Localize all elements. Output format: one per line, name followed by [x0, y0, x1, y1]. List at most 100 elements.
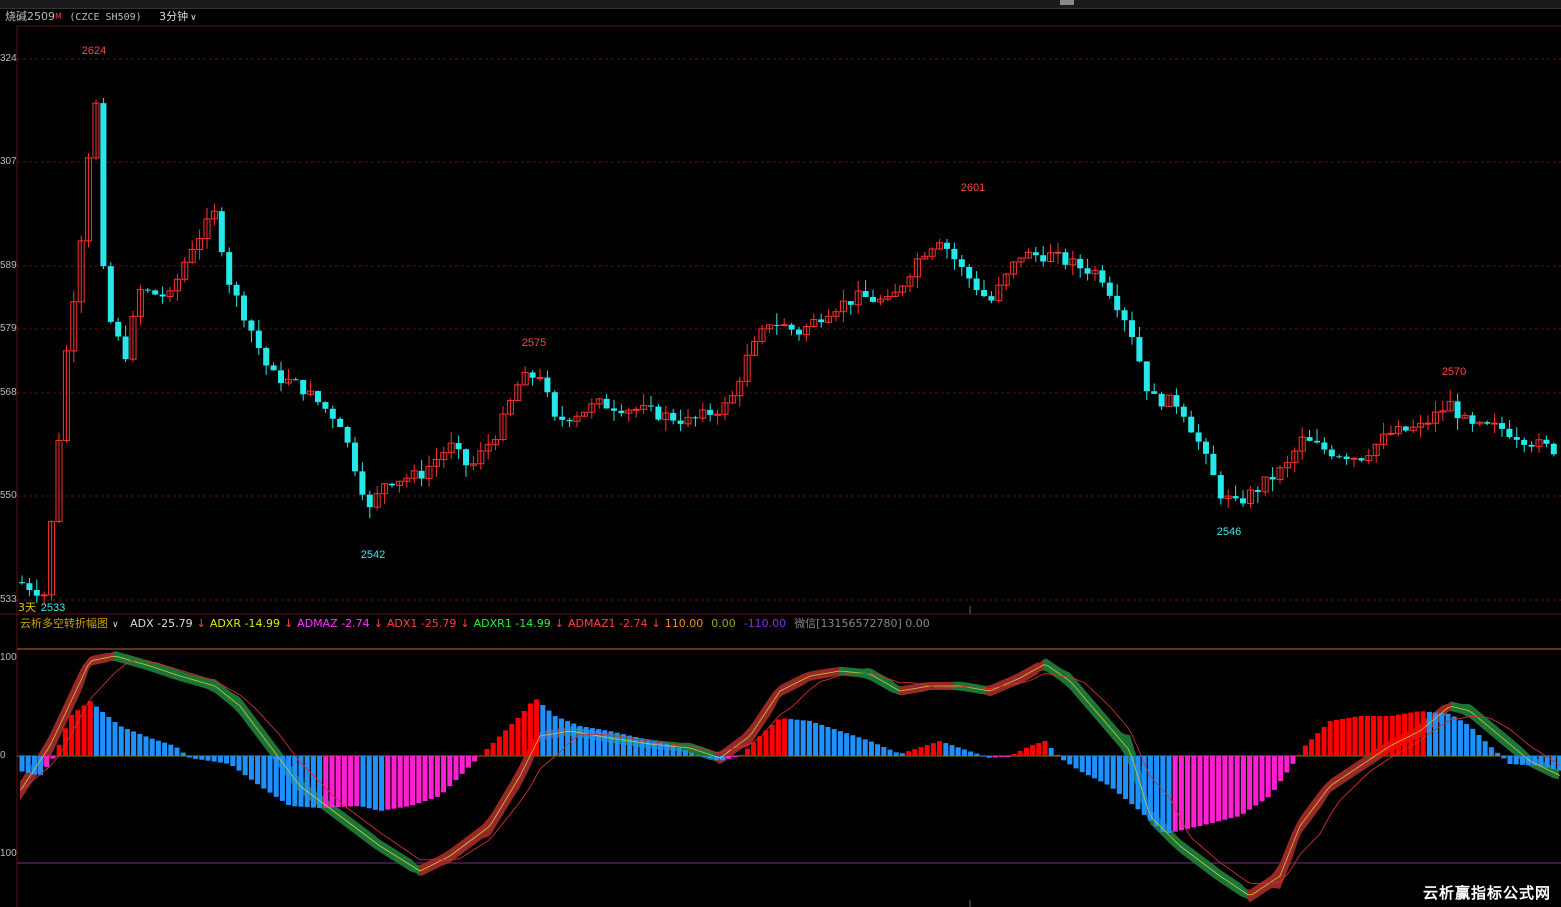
hist-bar: [1420, 711, 1426, 756]
indicator-value: 110.00: [665, 617, 708, 630]
hist-bar: [633, 737, 639, 756]
hist-bar: [1408, 712, 1414, 756]
hist-bar: [1247, 756, 1253, 810]
hist-bar: [379, 756, 385, 811]
candle-down: [1506, 428, 1513, 438]
candle-down: [1484, 422, 1491, 424]
hist-bar: [980, 755, 986, 757]
candle-down: [818, 319, 825, 323]
hist-bar: [1501, 756, 1507, 759]
indicator-value: ADMAZ1 -2.74 ↓: [568, 617, 661, 630]
candle-up: [632, 408, 640, 411]
hist-bar: [1042, 741, 1048, 756]
candle-down: [1151, 391, 1158, 394]
candle-down: [315, 391, 321, 403]
candle-up: [1054, 251, 1062, 254]
hist-bar: [769, 725, 775, 756]
down-arrow-icon: ↓: [196, 617, 206, 630]
hist-bar: [1377, 716, 1383, 756]
indicator-name[interactable]: 云析多空转折幅图 ∨: [20, 617, 123, 630]
hist-bar: [738, 754, 744, 756]
hist-bar: [875, 744, 881, 756]
candle-down: [33, 589, 40, 596]
hist-bar: [583, 727, 589, 756]
hist-bar: [850, 735, 856, 756]
hist-bar: [1073, 756, 1079, 769]
hist-bar: [137, 733, 143, 756]
symbol-code: (CZCE SH509): [69, 12, 142, 23]
hist-bar: [403, 756, 409, 807]
hist-bar: [813, 722, 819, 756]
candle-up: [40, 594, 48, 597]
candle-down: [159, 294, 166, 297]
hist-bar: [1172, 756, 1178, 832]
hist-bar: [391, 756, 397, 809]
hist-bar: [69, 714, 75, 756]
indicator-axis-label: 0: [0, 750, 6, 761]
candle-down: [1084, 268, 1091, 274]
hist-bar: [732, 756, 738, 758]
hist-bar: [1296, 754, 1302, 756]
hist-bar: [707, 756, 713, 759]
candle-down: [19, 582, 25, 584]
hist-bar: [360, 756, 366, 807]
period-label: 3分钟: [159, 10, 189, 23]
period-selector[interactable]: 3分钟 ∨: [159, 9, 197, 26]
indicator-value: ADMAZ -2.74 ↓: [297, 617, 383, 630]
down-arrow-icon: ↓: [373, 617, 383, 630]
hist-bar: [961, 749, 967, 756]
candle-down: [1513, 437, 1520, 440]
indicator-value-text: ADX -25.79: [130, 617, 193, 630]
hist-bar: [50, 756, 56, 759]
hist-bar: [577, 726, 583, 756]
indicator-value: -110.00: [744, 617, 790, 630]
hist-bar: [1160, 756, 1166, 832]
hist-bar: [310, 756, 316, 808]
candle-down: [973, 278, 980, 291]
symbol-name[interactable]: 烧碱2509: [0, 9, 55, 25]
hist-bar: [224, 756, 230, 764]
hist-bar: [248, 756, 254, 780]
hist-bar: [968, 751, 974, 756]
candle-down: [1321, 442, 1328, 450]
hist-bar: [862, 739, 868, 756]
candle-down: [1454, 401, 1461, 419]
hist-bar: [788, 719, 794, 756]
candle-down: [1217, 475, 1224, 499]
chevron-down-icon: ∨: [112, 620, 119, 630]
hist-bar: [1141, 756, 1147, 815]
hist-bar: [180, 752, 186, 756]
candle-down: [233, 284, 240, 296]
hist-bar: [149, 738, 155, 756]
candle-down: [618, 410, 625, 414]
down-arrow-icon: ↓: [460, 617, 470, 630]
indicator-value: ADXR -14.99 ↓: [210, 617, 293, 630]
hist-bar: [1519, 756, 1525, 765]
hist-bar: [1079, 756, 1085, 773]
hist-bar: [217, 756, 223, 763]
hist-bar: [366, 756, 372, 809]
symbol-marker: M: [55, 12, 62, 21]
candle-down: [1203, 441, 1209, 454]
hist-bar: [515, 718, 521, 756]
candle-down: [1550, 443, 1557, 455]
hist-bar: [1302, 745, 1308, 756]
hist-bar: [1340, 718, 1346, 756]
down-arrow-icon: ↓: [651, 617, 661, 630]
hist-bar: [193, 756, 199, 759]
candle-down: [655, 406, 662, 420]
hist-bar: [1395, 714, 1401, 756]
hist-bar: [651, 740, 657, 756]
hist-bar: [1271, 756, 1277, 790]
down-arrow-icon: ↓: [283, 617, 294, 630]
hist-bar: [56, 744, 62, 756]
hist-bar: [999, 756, 1005, 757]
hist-bar: [168, 744, 174, 756]
hist-bar: [162, 742, 168, 756]
candle-down: [1269, 477, 1276, 480]
hist-bar: [819, 724, 825, 756]
hist-bar: [410, 756, 416, 806]
candle-down: [1188, 416, 1195, 433]
hist-bar: [1464, 723, 1470, 756]
hist-bar: [1240, 756, 1246, 814]
